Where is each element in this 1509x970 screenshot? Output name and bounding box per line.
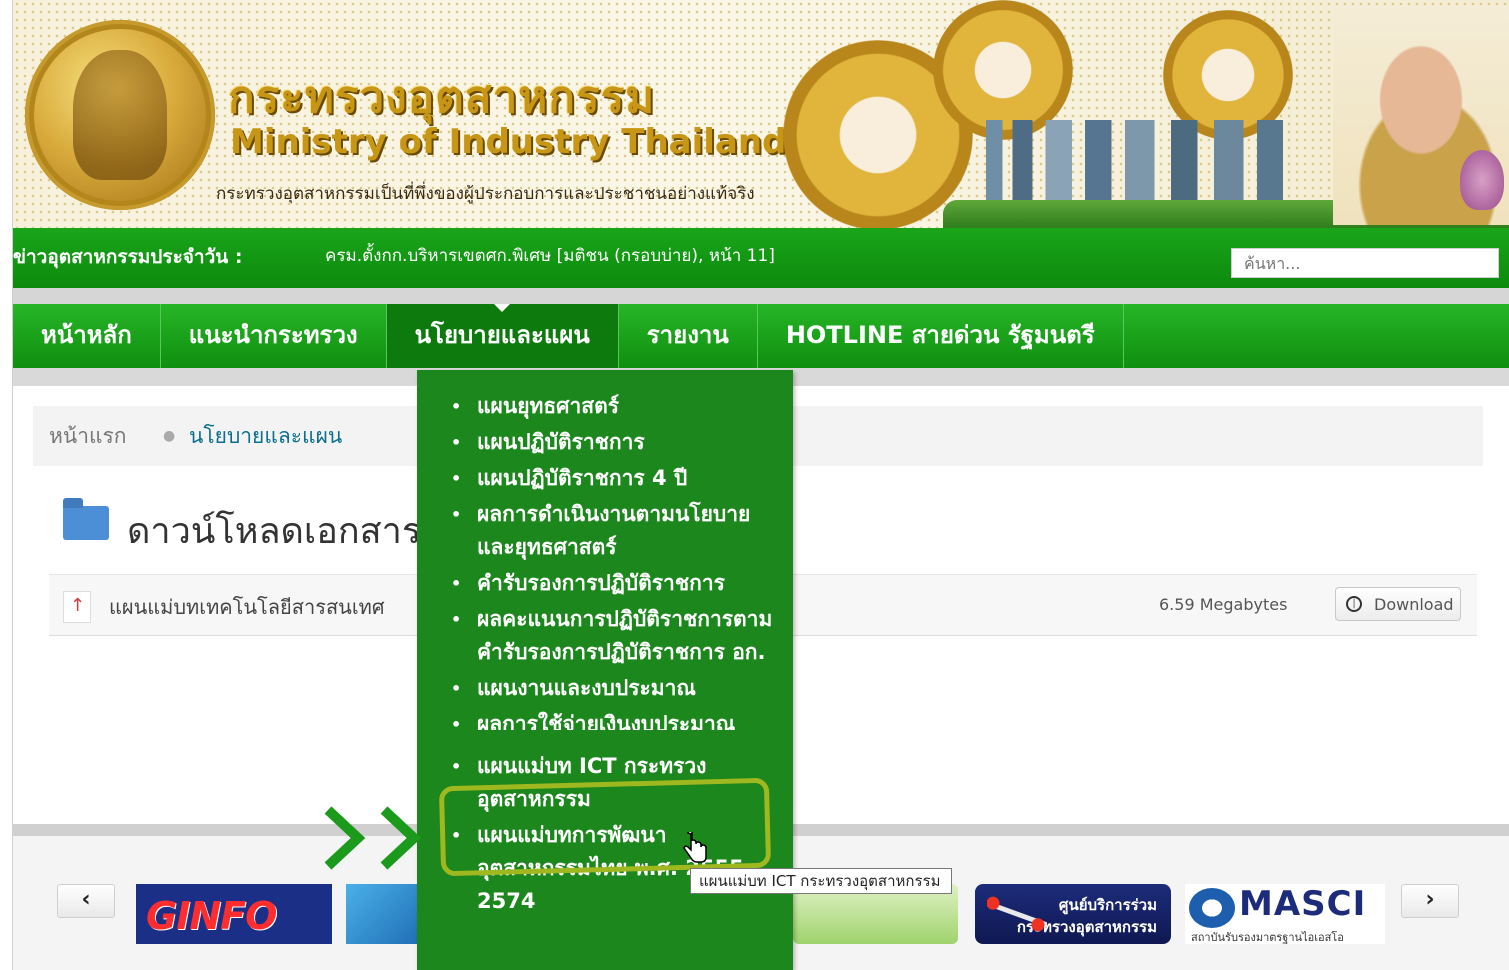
site-slogan: กระทรวงอุตสาหกรรมเป็นที่พึ่งของผู้ประกอบ… (216, 184, 755, 204)
nav-item-reports[interactable]: รายงาน (619, 304, 758, 368)
news-ticker-label: ข่าวอุตสาหกรรมประจำวัน : (13, 246, 243, 268)
pdf-file-icon (63, 591, 91, 623)
page-title: ดาวน์โหลดเอกสาร (127, 511, 422, 552)
seal-deity-figure (73, 50, 167, 180)
site-title-english: Ministry of Industry Thailand (230, 122, 787, 162)
breadcrumb-current[interactable]: นโยบายและแผน (189, 406, 342, 466)
news-ticker-bar: ข่าวอุตสาหกรรมประจำวัน : ครม.ตั้งกก.บริห… (13, 228, 1509, 288)
menu-item-strategic-plan[interactable]: แผนยุทธศาสตร์ (417, 390, 793, 423)
folder-icon (63, 498, 109, 540)
masci-emblem-icon (1189, 888, 1235, 928)
hand-pointer-icon (683, 832, 707, 863)
download-button[interactable]: | Download (1335, 587, 1461, 621)
menu-item-budget-spending[interactable]: ผลการใช้จ่ายเงินงบประมาณ (417, 708, 793, 730)
main-navigation: หน้าหลัก แนะนำกระทรวง นโยบายและแผน รายงา… (13, 304, 1509, 368)
ginfo-logo[interactable]: GINFO (136, 884, 332, 944)
masci-logo[interactable]: MASCI สถาบันรับรองมาตรฐานไอเอสโอ (1185, 884, 1385, 944)
masci-wordmark: MASCI (1239, 884, 1367, 924)
tooltip: แผนแม่บท ICT กระทรวงอุตสาหกรรม (690, 868, 952, 894)
royal-emblem-icon (1460, 150, 1504, 210)
service-center-line1: ศูนย์บริการร่วม (1058, 896, 1157, 914)
divider (13, 288, 1509, 304)
menu-item-performance-agreement[interactable]: คำรับรองการปฏิบัติราชการ (417, 567, 793, 600)
nav-item-about[interactable]: แนะนำกระทรวง (161, 304, 387, 368)
menu-item-operation-plan[interactable]: แผนปฏิบัติราชการ (417, 426, 793, 459)
download-button-label: Download (1374, 595, 1454, 614)
service-center-line2: กระทรวงอุตสาหกรรม (1016, 918, 1157, 936)
service-center-logo[interactable]: ศูนย์บริการร่วม กระทรวงอุตสาหกรรม (975, 884, 1171, 944)
menu-item-budget-plan[interactable]: แผนงานและงบประมาณ (417, 672, 793, 705)
carousel-prev-button[interactable]: ‹ (57, 884, 115, 918)
carousel-next-button[interactable]: › (1401, 884, 1459, 918)
chevron-right-icon (324, 806, 366, 870)
highlight-annotation (438, 777, 772, 877)
menu-item-policy-results[interactable]: ผลการดำเนินงานตามนโยบายและยุทธศาสตร์ (417, 498, 793, 564)
breadcrumb-separator-icon: ● (163, 428, 176, 444)
power-icon: | (1346, 596, 1362, 612)
menu-item-4-year-plan[interactable]: แผนปฏิบัติราชการ 4 ปี (417, 462, 793, 495)
file-name-link[interactable]: แผนแม่บทเทคโนโลยีสารสนเทศ (109, 591, 385, 623)
nav-item-policy-plan[interactable]: นโยบายและแผน (386, 304, 619, 368)
nav-item-home[interactable]: หน้าหลัก (13, 304, 161, 368)
breadcrumb-home-link[interactable]: หน้าแรก (49, 406, 127, 466)
royal-seal-icon[interactable] (25, 20, 215, 210)
search-input[interactable] (1231, 248, 1499, 278)
site-header: กระทรวงอุตสาหกรรม Ministry of Industry T… (13, 0, 1509, 230)
nav-item-hotline[interactable]: HOTLINE สายด่วน รัฐมนตรี (758, 304, 1124, 368)
file-size: 6.59 Megabytes (1159, 595, 1288, 614)
menu-item-performance-scores[interactable]: ผลคะแนนการปฏิบัติราชการตามคำรับรองการปฏิ… (417, 603, 793, 669)
gear-icon (933, 0, 1073, 140)
masci-subtitle: สถาบันรับรองมาตรฐานไอเอสโอ (1191, 931, 1344, 944)
chevron-right-icon (380, 806, 422, 870)
pen-logo[interactable] (346, 884, 426, 944)
news-ticker-link[interactable]: ครม.ตั้งกก.บริหารเขตศก.พิเศษ [มติชน (กรอ… (325, 242, 775, 269)
